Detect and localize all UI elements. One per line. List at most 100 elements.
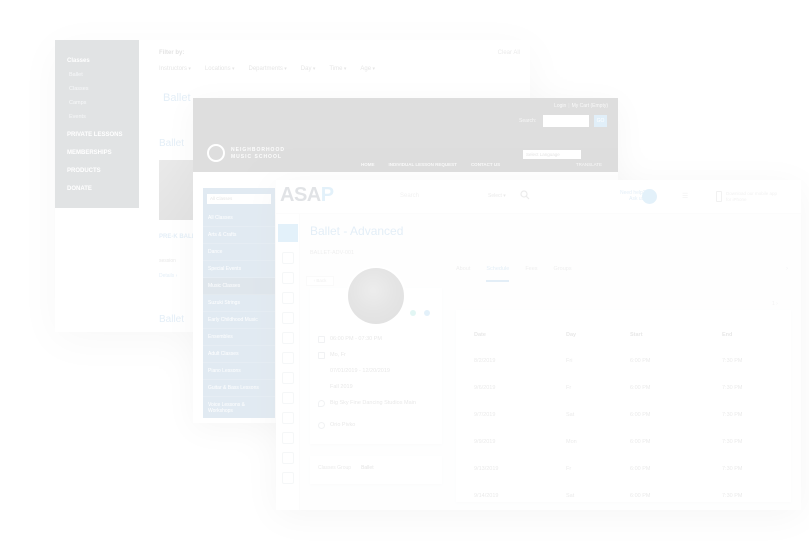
filter-sidebar-item[interactable]: Classes	[55, 82, 139, 96]
schedule-cell: 6:00 PM	[630, 412, 651, 418]
class-category-select[interactable]: All Classes	[207, 194, 271, 204]
class-menu-item[interactable]: All Classes	[203, 210, 275, 227]
class-menu-item[interactable]: Adult Classes	[203, 346, 275, 363]
class-menu-item[interactable]: Early Childhood Music	[203, 312, 275, 329]
app-search-input[interactable]: Search	[400, 193, 419, 199]
presentation-stage: Classes Ballet Classes Camps Events PRIVATE L…	[0, 0, 809, 549]
schedule-cell: 7:30 PM	[722, 493, 743, 499]
rail-classes-icon[interactable]	[278, 224, 298, 242]
col-end: End	[722, 332, 733, 338]
rail-chart-icon[interactable]	[282, 392, 294, 404]
rail-heart-icon[interactable]	[282, 312, 294, 324]
tab-groups[interactable]: Groups	[554, 266, 572, 282]
filter-sidebar-item[interactable]: PRIVATE LESSONS	[55, 128, 139, 142]
cart-icon[interactable]: ☰	[682, 192, 688, 200]
class-menu-item[interactable]: Piano Lessons	[203, 363, 275, 380]
class-menu-item[interactable]: Dance	[203, 244, 275, 261]
class-photo[interactable]	[159, 160, 195, 220]
site-search-label: Search:	[519, 118, 537, 124]
site-nav: HOME INDIVIDUAL LESSON REQUEST CONTACT U…	[361, 162, 500, 167]
schedule-cell: Fr	[566, 466, 572, 472]
filter-sidebar-item[interactable]: Ballet	[55, 68, 139, 82]
filter-dropdown[interactable]: Departments	[249, 66, 287, 72]
map-pin-icon	[318, 400, 325, 407]
nav-lesson-request[interactable]: INDIVIDUAL LESSON REQUEST	[389, 162, 457, 167]
school-logo-text[interactable]: NEIGHBORHOOD MUSIC SCHOOL	[231, 147, 285, 161]
search-icon[interactable]	[520, 190, 530, 200]
site-search-input[interactable]	[543, 115, 589, 127]
schedule-cell: Fr	[566, 385, 572, 391]
class-menu-item[interactable]: Music Classes	[203, 278, 275, 295]
filter-sidebar-item[interactable]: DONATE	[55, 182, 139, 196]
class-menu-item[interactable]: Arts & Crafts	[203, 227, 275, 244]
site-class-menu: All Classes All Classes Arts & Crafts Danc…	[203, 188, 275, 420]
rail-more-icon[interactable]	[282, 472, 294, 484]
rail-info-icon[interactable]	[282, 452, 294, 464]
tab-schedule[interactable]: Schedule	[486, 266, 510, 282]
back-button[interactable]: ‹ Back	[306, 276, 334, 286]
filter-sidebar-item[interactable]: PRODUCTS	[55, 164, 139, 178]
tab-fees[interactable]: Fees	[525, 266, 537, 282]
rail-settings-icon[interactable]	[282, 332, 294, 344]
status-dot-icon	[410, 310, 416, 316]
filter-dropdown[interactable]: Locations	[205, 66, 235, 72]
schedule-cell: 9/7/2019	[474, 412, 496, 418]
class-menu-item[interactable]: Ensembles	[203, 329, 275, 346]
filter-dropdown[interactable]: Instructors	[159, 66, 191, 72]
site-search-go-button[interactable]: GO	[594, 115, 607, 127]
mobile-line-2: for iPhone	[726, 197, 747, 202]
my-cart-link[interactable]: My Cart (Empty)	[572, 103, 608, 109]
class-menu-item[interactable]: Special Events	[203, 261, 275, 278]
language-select[interactable]: Select Language	[523, 150, 581, 159]
info-location[interactable]: Big Sky Fine Dancing Studios Main	[330, 400, 416, 406]
schedule-cell: 9/6/2019	[474, 385, 496, 391]
schedule-pager[interactable]: 1 ›	[772, 301, 778, 307]
col-start: Start	[630, 332, 643, 338]
class-menu-item[interactable]: Guitar & Bass Lessons	[203, 380, 275, 397]
school-logo-icon[interactable]	[207, 144, 225, 162]
filter-sidebar-item[interactable]: MEMBERSHIPS	[55, 146, 139, 160]
login-link[interactable]: Login	[554, 103, 566, 109]
class-menu-item[interactable]: Suzuki Strings	[203, 295, 275, 312]
rail-mail-icon[interactable]	[282, 412, 294, 424]
rail-bell-icon[interactable]	[282, 352, 294, 364]
filter-bar: Filter by: Clear All Instructors Location…	[159, 50, 520, 72]
translate-link[interactable]: TRANSLATE	[576, 162, 602, 167]
search-scope-select[interactable]: Select ▾	[488, 193, 506, 199]
class-menu-item[interactable]: Summer Camps	[203, 420, 275, 423]
nav-home[interactable]: HOME	[361, 162, 375, 167]
logo-text: ASA	[280, 184, 321, 206]
filter-chips: Instructors Locations Departments Day Time Ag…	[159, 66, 520, 72]
info-dates: 07/01/2019 - 12/20/2019	[330, 368, 390, 374]
rail-star-icon[interactable]	[282, 432, 294, 444]
filter-sidebar-item[interactable]: Classes	[55, 54, 139, 68]
class-menu-item[interactable]: Voice Lessons & Workshops	[203, 397, 275, 420]
asap-logo[interactable]: ASAP	[280, 184, 334, 207]
filter-dropdown[interactable]: Age	[360, 66, 375, 72]
info-days-row: Mo, Fr	[318, 352, 416, 368]
filter-dropdown[interactable]: Time	[329, 66, 346, 72]
schedule-cell: 9/14/2019	[474, 493, 499, 499]
schedule-cell: 6:00 PM	[630, 358, 651, 364]
mobile-app-text[interactable]: Download our mobile app for iPhone	[726, 191, 777, 203]
filter-sidebar-item[interactable]: Camps	[55, 96, 139, 110]
tabs-next-arrow-icon[interactable]: ›	[786, 266, 788, 272]
rail-user-icon[interactable]	[282, 272, 294, 284]
rail-camera-icon[interactable]	[282, 292, 294, 304]
schedule-cell: 7:30 PM	[722, 412, 743, 418]
clear-all-link[interactable]: Clear All	[498, 50, 520, 56]
nav-contact[interactable]: CONTACT US	[471, 162, 500, 167]
details-link[interactable]: Details ›	[159, 273, 177, 279]
tab-about[interactable]: About	[456, 266, 470, 282]
info-instructor[interactable]: Orio Pivko	[330, 422, 355, 428]
schedule-cell: 7:30 PM	[722, 466, 743, 472]
rail-calendar-icon[interactable]	[282, 252, 294, 264]
schedule-cell: 9/9/2019	[474, 439, 496, 445]
schedule-cell: 7:30 PM	[722, 385, 743, 391]
chat-bubble-icon[interactable]	[642, 189, 657, 204]
section-title-bottom: Ballet	[159, 314, 185, 325]
rail-shop-icon[interactable]	[282, 372, 294, 384]
calendar-icon	[318, 352, 325, 359]
filter-dropdown[interactable]: Day	[301, 66, 316, 72]
filter-sidebar-item[interactable]: Events	[55, 110, 139, 124]
